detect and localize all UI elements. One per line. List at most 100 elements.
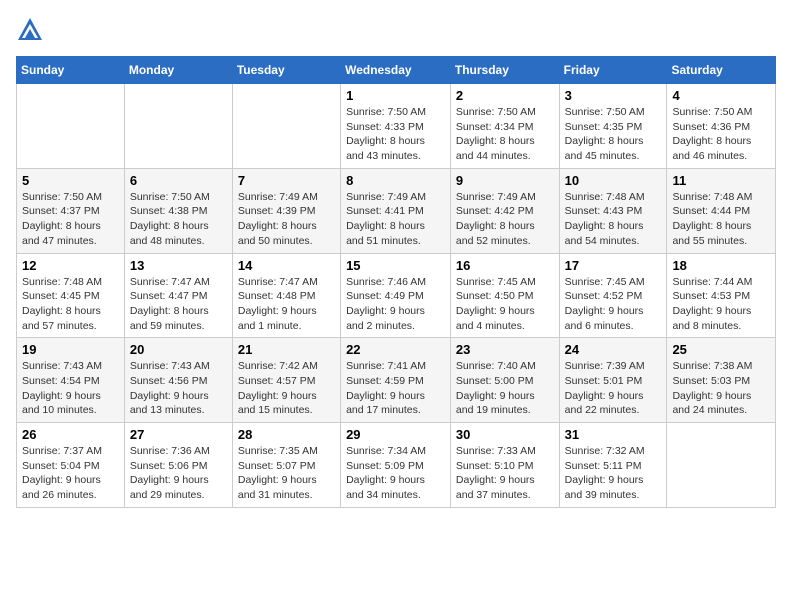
calendar-day-cell: 1 Sunrise: 7:50 AM Sunset: 4:33 PM Daylig… [341,84,451,169]
calendar-day-cell: 13 Sunrise: 7:47 AM Sunset: 4:47 PM Dayli… [124,253,232,338]
calendar-table: SundayMondayTuesdayWednesdayThursdayFrid… [16,56,776,508]
day-info: Sunrise: 7:39 AM Sunset: 5:01 PM Dayligh… [565,359,662,418]
day-of-week-header: Saturday [667,57,776,84]
day-info: Sunrise: 7:50 AM Sunset: 4:34 PM Dayligh… [456,105,554,164]
day-number: 30 [456,427,554,442]
day-number: 8 [346,173,445,188]
day-info: Sunrise: 7:44 AM Sunset: 4:53 PM Dayligh… [672,275,770,334]
calendar-day-cell: 31Sunrise: 7:32 AM Sunset: 5:11 PM Dayli… [559,423,667,508]
day-info: Sunrise: 7:49 AM Sunset: 4:41 PM Dayligh… [346,190,445,249]
day-info: Sunrise: 7:50 AM Sunset: 4:38 PM Dayligh… [130,190,227,249]
calendar-day-cell: 4 Sunrise: 7:50 AM Sunset: 4:36 PM Daylig… [667,84,776,169]
day-number: 31 [565,427,662,442]
page-header [16,16,776,44]
day-number: 13 [130,258,227,273]
calendar-day-cell [17,84,125,169]
calendar-day-cell: 6Sunrise: 7:50 AM Sunset: 4:38 PM Daylig… [124,168,232,253]
logo-icon [16,16,44,44]
calendar-day-cell: 3Sunrise: 7:50 AM Sunset: 4:35 PM Daylig… [559,84,667,169]
calendar-day-cell: 14 Sunrise: 7:47 AM Sunset: 4:48 PM Dayli… [232,253,340,338]
calendar-day-cell [124,84,232,169]
calendar-day-cell: 25 Sunrise: 7:38 AM Sunset: 5:03 PM Dayli… [667,338,776,423]
day-number: 15 [346,258,445,273]
day-info: Sunrise: 7:50 AM Sunset: 4:36 PM Dayligh… [672,105,770,164]
day-info: Sunrise: 7:49 AM Sunset: 4:39 PM Dayligh… [238,190,335,249]
day-number: 1 [346,88,445,103]
day-number: 28 [238,427,335,442]
calendar-day-cell: 12 Sunrise: 7:48 AM Sunset: 4:45 PM Dayli… [17,253,125,338]
calendar-day-cell: 26 Sunrise: 7:37 AM Sunset: 5:04 PM Dayli… [17,423,125,508]
calendar-day-cell: 7 Sunrise: 7:49 AM Sunset: 4:39 PM Daylig… [232,168,340,253]
day-number: 7 [238,173,335,188]
day-info: Sunrise: 7:48 AM Sunset: 4:44 PM Dayligh… [672,190,770,249]
day-number: 27 [130,427,227,442]
calendar-header-row: SundayMondayTuesdayWednesdayThursdayFrid… [17,57,776,84]
day-info: Sunrise: 7:48 AM Sunset: 4:45 PM Dayligh… [22,275,119,334]
calendar-day-cell: 20Sunrise: 7:43 AM Sunset: 4:56 PM Dayli… [124,338,232,423]
calendar-week-row: 19 Sunrise: 7:43 AM Sunset: 4:54 PM Dayli… [17,338,776,423]
day-info: Sunrise: 7:34 AM Sunset: 5:09 PM Dayligh… [346,444,445,503]
calendar-day-cell: 29 Sunrise: 7:34 AM Sunset: 5:09 PM Dayli… [341,423,451,508]
day-number: 22 [346,342,445,357]
day-info: Sunrise: 7:42 AM Sunset: 4:57 PM Dayligh… [238,359,335,418]
calendar-day-cell: 8 Sunrise: 7:49 AM Sunset: 4:41 PM Daylig… [341,168,451,253]
calendar-day-cell: 21 Sunrise: 7:42 AM Sunset: 4:57 PM Dayli… [232,338,340,423]
day-number: 5 [22,173,119,188]
day-number: 11 [672,173,770,188]
calendar-day-cell: 28Sunrise: 7:35 AM Sunset: 5:07 PM Dayli… [232,423,340,508]
calendar-week-row: 1 Sunrise: 7:50 AM Sunset: 4:33 PM Daylig… [17,84,776,169]
day-info: Sunrise: 7:38 AM Sunset: 5:03 PM Dayligh… [672,359,770,418]
day-number: 29 [346,427,445,442]
day-info: Sunrise: 7:37 AM Sunset: 5:04 PM Dayligh… [22,444,119,503]
day-info: Sunrise: 7:45 AM Sunset: 4:52 PM Dayligh… [565,275,662,334]
calendar-day-cell: 16 Sunrise: 7:45 AM Sunset: 4:50 PM Dayli… [450,253,559,338]
calendar-day-cell: 17 Sunrise: 7:45 AM Sunset: 4:52 PM Dayli… [559,253,667,338]
day-info: Sunrise: 7:49 AM Sunset: 4:42 PM Dayligh… [456,190,554,249]
calendar-day-cell: 24 Sunrise: 7:39 AM Sunset: 5:01 PM Dayli… [559,338,667,423]
day-of-week-header: Thursday [450,57,559,84]
day-number: 10 [565,173,662,188]
calendar-week-row: 5 Sunrise: 7:50 AM Sunset: 4:37 PM Daylig… [17,168,776,253]
day-info: Sunrise: 7:50 AM Sunset: 4:33 PM Dayligh… [346,105,445,164]
day-of-week-header: Friday [559,57,667,84]
day-number: 20 [130,342,227,357]
calendar-day-cell: 11 Sunrise: 7:48 AM Sunset: 4:44 PM Dayli… [667,168,776,253]
calendar-day-cell [667,423,776,508]
calendar-day-cell: 23 Sunrise: 7:40 AM Sunset: 5:00 PM Dayli… [450,338,559,423]
logo [16,16,48,44]
day-of-week-header: Monday [124,57,232,84]
day-number: 26 [22,427,119,442]
calendar-day-cell: 18Sunrise: 7:44 AM Sunset: 4:53 PM Dayli… [667,253,776,338]
day-info: Sunrise: 7:40 AM Sunset: 5:00 PM Dayligh… [456,359,554,418]
calendar-day-cell: 30 Sunrise: 7:33 AM Sunset: 5:10 PM Dayli… [450,423,559,508]
calendar-week-row: 12 Sunrise: 7:48 AM Sunset: 4:45 PM Dayli… [17,253,776,338]
day-number: 17 [565,258,662,273]
day-info: Sunrise: 7:33 AM Sunset: 5:10 PM Dayligh… [456,444,554,503]
day-number: 25 [672,342,770,357]
day-number: 19 [22,342,119,357]
calendar-day-cell: 27Sunrise: 7:36 AM Sunset: 5:06 PM Dayli… [124,423,232,508]
day-number: 24 [565,342,662,357]
calendar-day-cell: 9 Sunrise: 7:49 AM Sunset: 4:42 PM Daylig… [450,168,559,253]
day-info: Sunrise: 7:50 AM Sunset: 4:35 PM Dayligh… [565,105,662,164]
day-info: Sunrise: 7:43 AM Sunset: 4:54 PM Dayligh… [22,359,119,418]
day-info: Sunrise: 7:47 AM Sunset: 4:48 PM Dayligh… [238,275,335,334]
day-info: Sunrise: 7:45 AM Sunset: 4:50 PM Dayligh… [456,275,554,334]
day-of-week-header: Sunday [17,57,125,84]
calendar-week-row: 26 Sunrise: 7:37 AM Sunset: 5:04 PM Dayli… [17,423,776,508]
day-info: Sunrise: 7:50 AM Sunset: 4:37 PM Dayligh… [22,190,119,249]
day-number: 4 [672,88,770,103]
day-of-week-header: Tuesday [232,57,340,84]
calendar-day-cell: 22Sunrise: 7:41 AM Sunset: 4:59 PM Dayli… [341,338,451,423]
day-number: 23 [456,342,554,357]
day-number: 16 [456,258,554,273]
day-number: 21 [238,342,335,357]
calendar-day-cell: 15Sunrise: 7:46 AM Sunset: 4:49 PM Dayli… [341,253,451,338]
day-number: 14 [238,258,335,273]
day-number: 12 [22,258,119,273]
day-number: 9 [456,173,554,188]
calendar-day-cell: 2Sunrise: 7:50 AM Sunset: 4:34 PM Daylig… [450,84,559,169]
calendar-day-cell: 19 Sunrise: 7:43 AM Sunset: 4:54 PM Dayli… [17,338,125,423]
day-info: Sunrise: 7:47 AM Sunset: 4:47 PM Dayligh… [130,275,227,334]
calendar-day-cell [232,84,340,169]
